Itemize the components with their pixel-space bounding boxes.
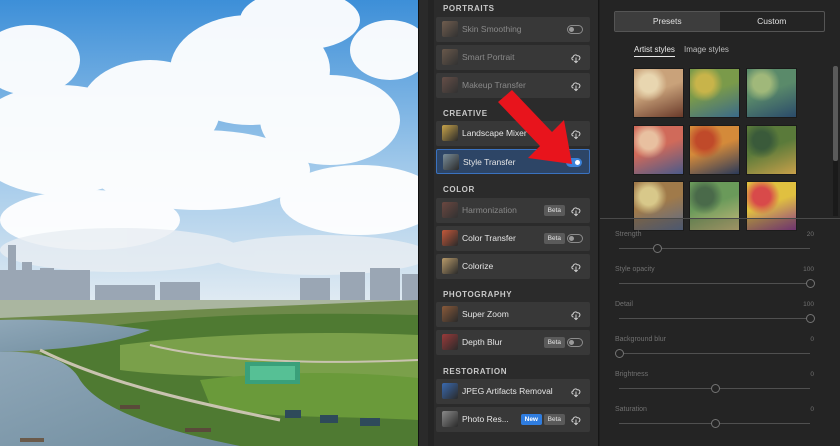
cloud-download-icon[interactable] [570, 385, 582, 398]
filter-thumbnail [442, 383, 458, 399]
mountain-artwork[interactable] [633, 68, 684, 118]
slider-knob-saturation[interactable] [711, 419, 720, 428]
beta-badge: Beta [543, 337, 565, 348]
slider-value-brightness: 0 [810, 371, 814, 378]
neural-filters-list: PORTRAITS Skin Smoothing Smart Portrait Mak… [428, 0, 599, 446]
filter-toggle[interactable] [567, 338, 583, 347]
filter-label: Smart Portrait [462, 52, 515, 62]
slider-value-style-opacity: 100 [803, 266, 814, 273]
style-transfer-settings: Presets Custom Artist styles Image style… [600, 0, 840, 446]
tab-custom[interactable]: Custom [720, 12, 825, 31]
slider-knob-brightness[interactable] [711, 384, 720, 393]
filter-thumbnail [442, 230, 458, 246]
filter-row-smart-portrait[interactable]: Smart Portrait [436, 45, 590, 70]
slider-label-style-opacity: Style opacity [615, 266, 655, 273]
filter-thumbnail [442, 21, 458, 37]
section-title-portraits: PORTRAITS [443, 4, 495, 13]
cloud-download-icon[interactable] [570, 413, 582, 426]
styles-scrollbar[interactable] [833, 66, 838, 216]
slider-track-strength[interactable] [619, 244, 810, 253]
peaks-artwork[interactable] [633, 125, 684, 175]
slider-label-background-blur: Background blur [615, 336, 666, 343]
slider-knob-style-opacity[interactable] [806, 279, 815, 288]
slider-track-style-opacity[interactable] [619, 279, 815, 288]
new-badge: New [520, 414, 542, 425]
canvas-divider [418, 0, 428, 446]
filter-label: Harmonization [462, 205, 517, 215]
panel-divider [600, 218, 840, 219]
filter-row-skin-smoothing[interactable]: Skin Smoothing [436, 17, 590, 42]
filter-label: Depth Blur [462, 337, 503, 347]
filter-thumbnail [442, 334, 458, 350]
filter-label: Photo Res... [462, 414, 509, 424]
slider-label-brightness: Brightness [615, 371, 649, 378]
tab-image-styles[interactable]: Image styles [684, 45, 729, 54]
slider-track-background-blur[interactable] [615, 349, 810, 358]
tab-artist-styles[interactable]: Artist styles [634, 45, 675, 57]
filter-row-depth-blur[interactable]: Depth Blur Beta [436, 330, 590, 355]
slider-track-detail[interactable] [619, 314, 815, 323]
filter-row-super-zoom[interactable]: Super Zoom [436, 302, 590, 327]
filter-row-harmonization[interactable]: Harmonization Beta [436, 198, 590, 223]
cottage-artwork[interactable] [746, 68, 797, 118]
slider-value-strength: 20 [806, 231, 814, 238]
abstract-artwork[interactable] [746, 181, 797, 231]
filter-toggle[interactable] [567, 234, 583, 243]
section-title-photography: PHOTOGRAPHY [443, 290, 513, 299]
section-title-restoration: RESTORATION [443, 367, 508, 376]
filter-label: Super Zoom [462, 309, 509, 319]
filter-thumbnail [442, 49, 458, 65]
filter-row-color-transfer[interactable]: Color Transfer Beta [436, 226, 590, 251]
slider-label-detail: Detail [615, 301, 633, 308]
slider-track-saturation[interactable] [619, 419, 810, 428]
filters-scrollbar[interactable] [428, 0, 434, 446]
filter-thumbnail [442, 202, 458, 218]
slider-value-saturation: 0 [810, 406, 814, 413]
city-river-photo [0, 0, 418, 446]
village-artwork[interactable] [689, 181, 740, 231]
filter-label: Color Transfer [462, 233, 516, 243]
filter-row-jpeg-artifacts-removal[interactable]: JPEG Artifacts Removal [436, 379, 590, 404]
section-title-color: COLOR [443, 185, 475, 194]
red-arrow-icon [498, 90, 572, 164]
filter-toggle[interactable] [567, 25, 583, 34]
scream-artwork[interactable] [689, 125, 740, 175]
slider-knob-strength[interactable] [653, 244, 662, 253]
beta-badge: Beta [543, 233, 565, 244]
cafe-artwork[interactable] [746, 125, 797, 175]
slider-track-brightness[interactable] [619, 384, 810, 393]
filter-thumbnail [442, 77, 458, 93]
filter-row-photo-res[interactable]: Photo Res... New Beta [436, 407, 590, 432]
filter-label: Skin Smoothing [462, 24, 522, 34]
presets-custom-toggle: Presets Custom [614, 11, 825, 32]
section-title-creative: CREATIVE [443, 109, 488, 118]
slider-value-detail: 100 [803, 301, 814, 308]
cloud-download-icon[interactable] [570, 260, 582, 273]
cloud-download-icon[interactable] [570, 204, 582, 217]
slider-value-background-blur: 0 [810, 336, 814, 343]
filter-thumbnail [442, 411, 458, 427]
filter-label: Colorize [462, 261, 494, 271]
filter-thumbnail [442, 258, 458, 274]
filter-label: JPEG Artifacts Removal [462, 386, 553, 396]
filter-thumbnail [442, 125, 458, 141]
beta-badge: Beta [543, 205, 565, 216]
filter-thumbnail [442, 306, 458, 322]
cloud-download-icon[interactable] [570, 308, 582, 321]
fields-artwork[interactable] [689, 68, 740, 118]
photo-canvas[interactable] [0, 0, 418, 446]
tab-presets[interactable]: Presets [615, 12, 720, 31]
filter-row-colorize[interactable]: Colorize [436, 254, 590, 279]
slider-knob-detail[interactable] [806, 314, 815, 323]
stilllife-artwork[interactable] [633, 181, 684, 231]
slider-label-strength: Strength [615, 231, 642, 238]
styles-scroll-thumb[interactable] [833, 66, 838, 161]
beta-badge: Beta [543, 414, 565, 425]
slider-knob-background-blur[interactable] [615, 349, 624, 358]
cloud-download-icon[interactable] [570, 51, 582, 64]
filter-thumbnail [443, 154, 459, 170]
slider-label-saturation: Saturation [615, 406, 647, 413]
